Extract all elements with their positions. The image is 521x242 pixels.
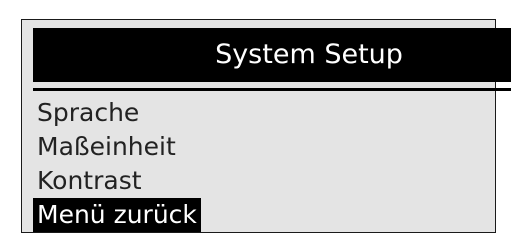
menu-item-kontrast[interactable]: Kontrast xyxy=(37,164,142,198)
title-divider xyxy=(33,88,511,91)
page-title: System Setup xyxy=(33,28,511,82)
menu-item-menu-zurueck[interactable]: Menü zurück xyxy=(33,198,201,232)
menu-item-sprache[interactable]: Sprache xyxy=(37,96,139,130)
display-screen: System Setup Sprache Maßeinheit Kontrast… xyxy=(21,19,511,233)
menu-item-masseinheit[interactable]: Maßeinheit xyxy=(37,130,176,164)
